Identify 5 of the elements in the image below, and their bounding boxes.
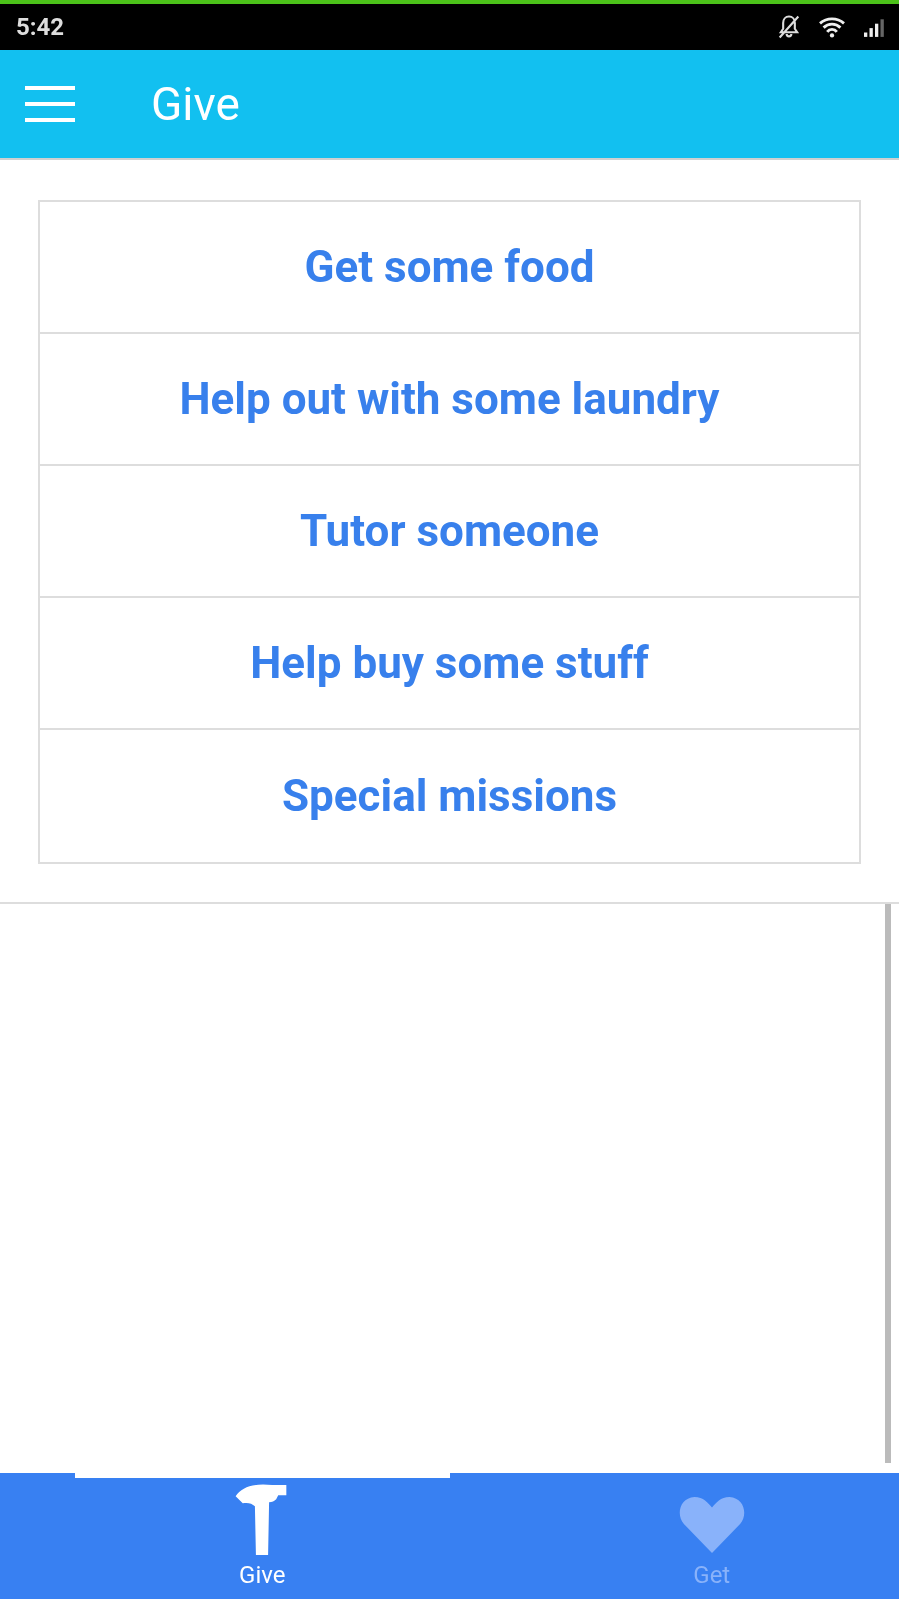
status-time: 5:42: [16, 13, 65, 41]
app-title: Give: [151, 77, 240, 131]
menu-icon[interactable]: [25, 84, 75, 124]
bottom-tab[interactable]: Give: [75, 1473, 450, 1595]
wifi-icon: [817, 15, 847, 39]
